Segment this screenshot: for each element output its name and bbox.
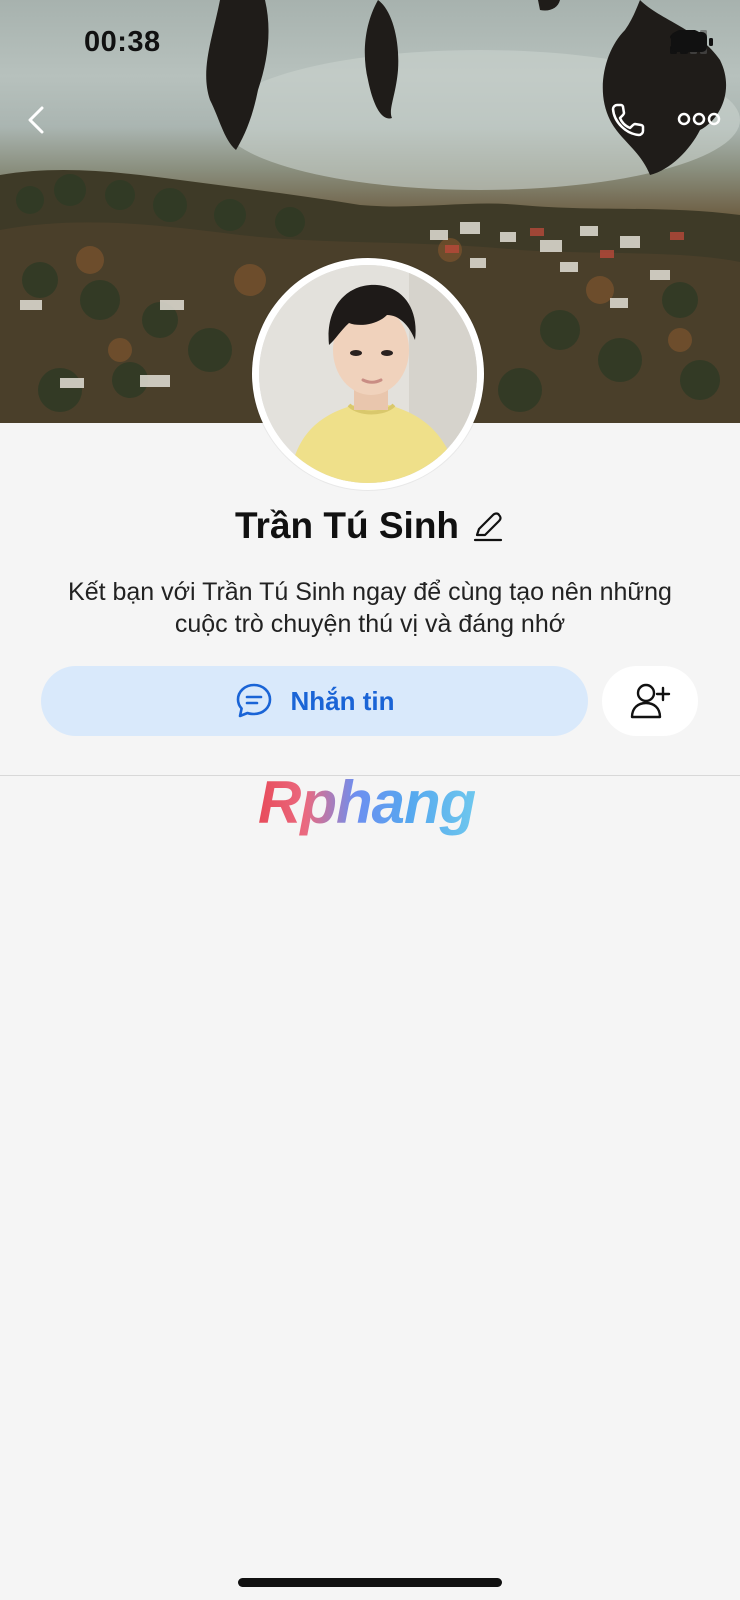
add-friend-button[interactable] (602, 666, 698, 736)
message-button[interactable]: Nhắn tin (41, 666, 588, 736)
profile-name: Trần Tú Sinh (234, 505, 460, 546)
call-button[interactable] (608, 100, 648, 140)
message-button-label: Nhắn tin (290, 685, 395, 716)
profile-name-row: Trần Tú Sinh (0, 505, 740, 547)
phone-icon (611, 103, 645, 137)
watermark-logo: Rphang (258, 769, 476, 836)
add-friend-icon (630, 683, 671, 719)
edit-pencil-icon[interactable] (471, 509, 505, 543)
battery-icon (671, 32, 713, 52)
home-indicator (238, 1578, 502, 1587)
avatar-portrait (259, 265, 477, 483)
avatar[interactable] (252, 258, 484, 490)
chat-bubble-icon (236, 683, 271, 718)
status-time: 00:38 (84, 26, 161, 58)
chevron-left-icon (28, 106, 44, 134)
avatar-photo (259, 265, 477, 483)
back-button[interactable] (22, 100, 52, 140)
profile-description: Kết bạn với Trần Tú Sinh ngay để cùng tạ… (68, 578, 672, 638)
more-options-button[interactable] (676, 104, 722, 134)
more-dots-icon (677, 112, 721, 126)
